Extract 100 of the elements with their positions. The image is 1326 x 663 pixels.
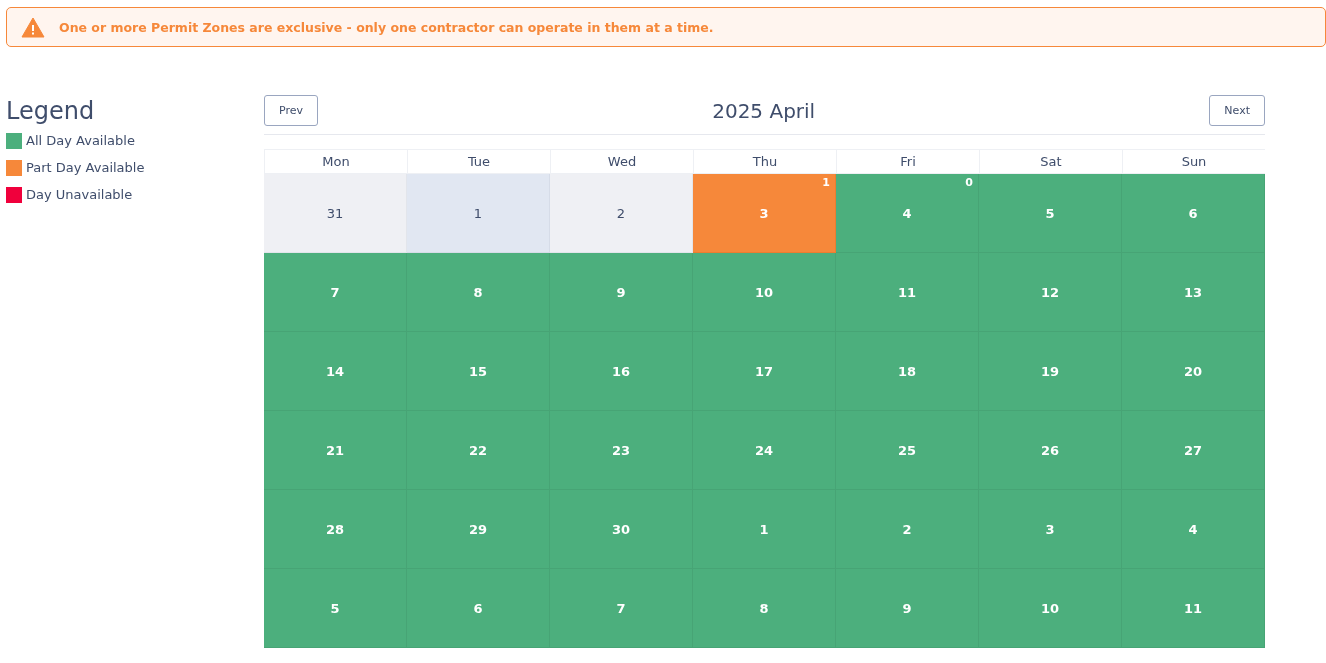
- day-cell[interactable]: 8: [693, 569, 836, 648]
- day-number: 9: [616, 284, 626, 300]
- day-cell[interactable]: 9: [836, 569, 979, 648]
- day-cell[interactable]: 21: [264, 411, 407, 490]
- day-number: 10: [1040, 600, 1060, 616]
- day-number: 11: [897, 284, 917, 300]
- day-number: 26: [1040, 442, 1060, 458]
- weekday-header: Thu: [693, 149, 836, 174]
- day-cell[interactable]: 4 0: [836, 174, 979, 253]
- legend-label: All Day Available: [26, 133, 135, 148]
- day-cell[interactable]: 7: [264, 253, 407, 332]
- day-number: 30: [611, 521, 631, 537]
- day-number: 10: [754, 284, 774, 300]
- weekday-header: Sat: [979, 149, 1122, 174]
- day-cell[interactable]: 8: [407, 253, 550, 332]
- day-cell[interactable]: 2: [836, 490, 979, 569]
- warning-icon: [21, 16, 45, 38]
- day-cell[interactable]: 19: [979, 332, 1122, 411]
- weekday-header: Mon: [264, 149, 407, 174]
- day-cell[interactable]: 20: [1122, 332, 1265, 411]
- day-number: 29: [468, 521, 488, 537]
- day-number: 7: [616, 600, 626, 616]
- day-number: 1: [759, 521, 769, 537]
- booking-count: 0: [965, 176, 973, 189]
- day-number: 28: [325, 521, 345, 537]
- day-number: 23: [611, 442, 631, 458]
- day-number: 8: [473, 284, 483, 300]
- day-cell[interactable]: 10: [693, 253, 836, 332]
- day-number: 11: [1183, 600, 1203, 616]
- day-cell[interactable]: 11: [836, 253, 979, 332]
- day-cell[interactable]: 6: [1122, 174, 1265, 253]
- day-number: 12: [1040, 284, 1060, 300]
- day-cell[interactable]: 16: [550, 332, 693, 411]
- day-number: 5: [330, 600, 340, 616]
- weekday-header: Sun: [1122, 149, 1265, 174]
- day-number: 20: [1183, 363, 1203, 379]
- day-number: 6: [1188, 205, 1198, 221]
- day-cell[interactable]: 14: [264, 332, 407, 411]
- day-cell[interactable]: 24: [693, 411, 836, 490]
- day-cell[interactable]: 11: [1122, 569, 1265, 648]
- day-cell[interactable]: 15: [407, 332, 550, 411]
- day-number: 3: [1045, 521, 1055, 537]
- day-cell[interactable]: 12: [979, 253, 1122, 332]
- day-cell[interactable]: 23: [550, 411, 693, 490]
- day-cell[interactable]: 6: [407, 569, 550, 648]
- day-cell[interactable]: 10: [979, 569, 1122, 648]
- day-cell[interactable]: 5: [264, 569, 407, 648]
- day-number: 2: [902, 521, 912, 537]
- legend-label: Part Day Available: [26, 160, 145, 175]
- day-cell[interactable]: 7: [550, 569, 693, 648]
- day-cell[interactable]: 18: [836, 332, 979, 411]
- day-number: 21: [325, 442, 345, 458]
- day-cell[interactable]: 22: [407, 411, 550, 490]
- day-cell[interactable]: 3 1: [693, 174, 836, 253]
- day-cell[interactable]: 27: [1122, 411, 1265, 490]
- day-number: 25: [897, 442, 917, 458]
- day-cell[interactable]: 17: [693, 332, 836, 411]
- day-cell[interactable]: 29: [407, 490, 550, 569]
- day-number: 14: [325, 363, 345, 379]
- day-cell[interactable]: 1: [407, 174, 550, 253]
- day-number: 2: [616, 205, 626, 221]
- day-cell[interactable]: 31: [264, 174, 407, 253]
- day-cell[interactable]: 5: [979, 174, 1122, 253]
- day-cell[interactable]: 25: [836, 411, 979, 490]
- weekday-header: Tue: [407, 149, 550, 174]
- day-number: 18: [897, 363, 917, 379]
- legend-label: Day Unavailable: [26, 187, 133, 202]
- day-number: 15: [468, 363, 488, 379]
- day-cell[interactable]: 3: [979, 490, 1122, 569]
- calendar-title: 2025 April: [712, 98, 816, 123]
- weekday-header: Wed: [550, 149, 693, 174]
- day-number: 4: [1188, 521, 1198, 537]
- day-number: 16: [611, 363, 631, 379]
- alert-text: One or more Permit Zones are exclusive - only one contractor can operate in them at a time.: [59, 19, 714, 35]
- day-cell[interactable]: 26: [979, 411, 1122, 490]
- legend-title: Legend: [6, 97, 96, 125]
- next-button[interactable]: Next: [1209, 95, 1265, 126]
- day-number: 4: [902, 205, 912, 221]
- prev-button[interactable]: Prev: [264, 95, 318, 126]
- day-number: 17: [754, 363, 774, 379]
- day-cell[interactable]: 13: [1122, 253, 1265, 332]
- day-number: 31: [326, 205, 344, 221]
- day-number: 5: [1045, 205, 1055, 221]
- day-number: 27: [1183, 442, 1203, 458]
- booking-count: 1: [822, 176, 830, 189]
- day-cell[interactable]: 2: [550, 174, 693, 253]
- day-cell[interactable]: 9: [550, 253, 693, 332]
- day-cell[interactable]: 28: [264, 490, 407, 569]
- day-number: 7: [330, 284, 340, 300]
- day-number: 19: [1040, 363, 1060, 379]
- day-number: 3: [759, 205, 769, 221]
- day-cell[interactable]: 4: [1122, 490, 1265, 569]
- day-number: 13: [1183, 284, 1203, 300]
- day-cell[interactable]: 1: [693, 490, 836, 569]
- day-number: 8: [759, 600, 769, 616]
- day-number: 22: [468, 442, 488, 458]
- day-cell[interactable]: 30: [550, 490, 693, 569]
- weekday-header: Fri: [836, 149, 979, 174]
- day-number: 1: [473, 205, 483, 221]
- day-number: 24: [754, 442, 774, 458]
